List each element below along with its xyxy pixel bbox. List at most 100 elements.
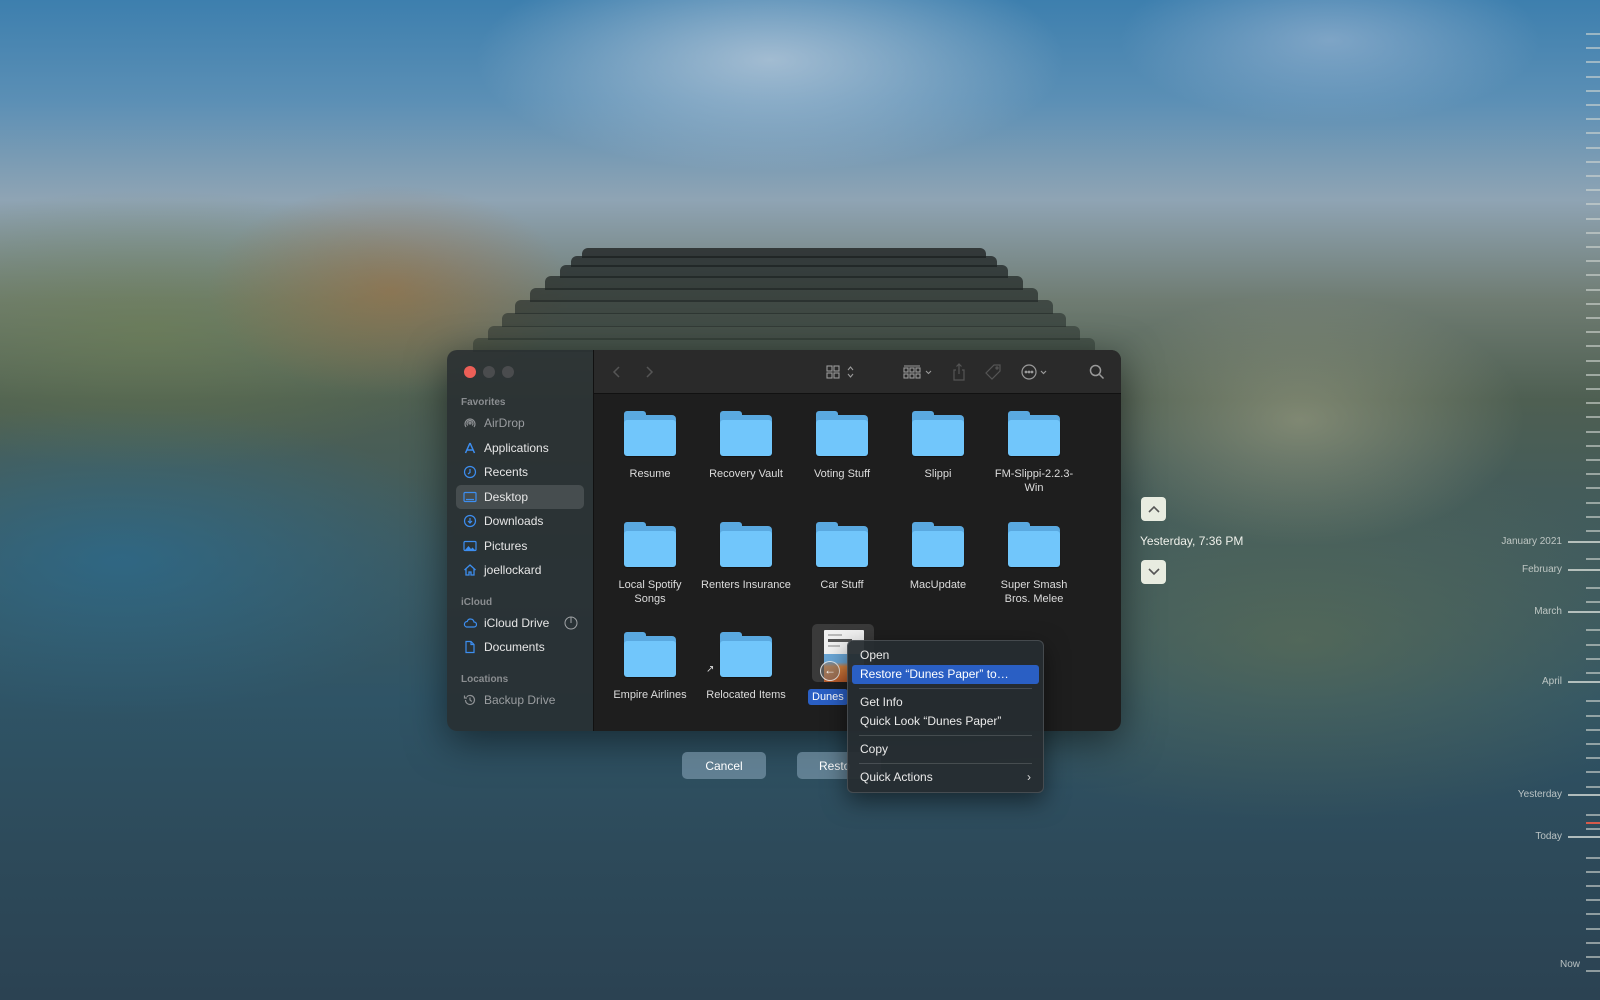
sidebar-item-desktop[interactable]: Desktop — [456, 485, 584, 509]
timeline-tick[interactable] — [1586, 459, 1600, 461]
timeline-tick[interactable] — [1586, 374, 1600, 376]
timeline-tick[interactable] — [1586, 132, 1600, 134]
menu-item-restore-to[interactable]: Restore “Dunes Paper” to… — [852, 665, 1039, 684]
timeline-tick[interactable] — [1586, 345, 1600, 347]
timeline-tick[interactable] — [1586, 175, 1600, 177]
timeline-tick[interactable] — [1586, 587, 1600, 589]
maximize-button[interactable] — [502, 366, 514, 378]
timeline-tick-major[interactable] — [1568, 569, 1600, 571]
folder-item[interactable]: Empire Airlines — [602, 632, 698, 702]
timeline-tick[interactable] — [1586, 360, 1600, 362]
timeline-tick[interactable] — [1586, 118, 1600, 120]
timeline-label[interactable]: Yesterday — [1518, 789, 1562, 800]
tag-icon[interactable] — [985, 362, 1003, 382]
backup-timeline[interactable]: January 2021 February March April Yester… — [1440, 0, 1600, 1000]
timeline-tick[interactable] — [1586, 232, 1600, 234]
timeline-tick[interactable] — [1586, 970, 1600, 972]
sidebar-item-icloud-drive[interactable]: iCloud Drive — [456, 611, 584, 635]
snapshot-window-stack[interactable] — [515, 300, 1053, 314]
sidebar-item-documents[interactable]: Documents — [456, 635, 584, 659]
timeline-tick[interactable] — [1586, 218, 1600, 220]
share-icon[interactable] — [952, 362, 966, 382]
timeline-tick[interactable] — [1586, 416, 1600, 418]
chevron-right-icon[interactable] — [644, 362, 654, 382]
timeline-tick[interactable] — [1586, 913, 1600, 915]
timeline-tick[interactable] — [1586, 303, 1600, 305]
timeline-tick[interactable] — [1586, 189, 1600, 191]
sidebar-item-pictures[interactable]: Pictures — [456, 534, 584, 558]
search-icon[interactable] — [1089, 362, 1105, 382]
folder-item[interactable]: FM-Slippi-2.2.3-Win — [986, 411, 1082, 495]
timeline-label[interactable]: March — [1534, 606, 1562, 617]
timeline-label[interactable]: Today — [1535, 831, 1562, 842]
timeline-tick[interactable] — [1586, 317, 1600, 319]
timeline-tick[interactable] — [1586, 786, 1600, 788]
timeline-tick[interactable] — [1586, 771, 1600, 773]
menu-item-quick-look[interactable]: Quick Look “Dunes Paper” — [852, 712, 1039, 731]
timeline-tick[interactable] — [1586, 473, 1600, 475]
timeline-tick-major[interactable] — [1568, 541, 1600, 543]
timeline-tick[interactable] — [1586, 558, 1600, 560]
timeline-tick[interactable] — [1586, 388, 1600, 390]
timeline-tick-major[interactable] — [1568, 836, 1600, 838]
sidebar-item-airdrop[interactable]: AirDrop — [456, 411, 584, 435]
timeline-tick[interactable] — [1586, 857, 1600, 859]
timeline-tick[interactable] — [1586, 147, 1600, 149]
timeline-tick[interactable] — [1586, 928, 1600, 930]
menu-item-copy[interactable]: Copy — [852, 740, 1039, 759]
timeline-tick[interactable] — [1586, 601, 1600, 603]
timeline-tick[interactable] — [1586, 956, 1600, 958]
timeline-tick[interactable] — [1586, 402, 1600, 404]
timeline-tick[interactable] — [1586, 289, 1600, 291]
folder-item[interactable]: Car Stuff — [794, 522, 890, 592]
timeline-tick[interactable] — [1586, 828, 1600, 830]
timeline-label[interactable]: April — [1542, 676, 1562, 687]
timeline-tick[interactable] — [1586, 942, 1600, 944]
timeline-tick[interactable] — [1586, 104, 1600, 106]
folder-item[interactable]: MacUpdate — [890, 522, 986, 592]
previous-snapshot-button[interactable] — [1141, 497, 1166, 521]
timeline-tick[interactable] — [1586, 33, 1600, 35]
timeline-tick-major[interactable] — [1568, 794, 1600, 796]
sidebar-item-backup-drive[interactable]: Backup Drive — [456, 688, 584, 712]
timeline-tick[interactable] — [1586, 61, 1600, 63]
menu-item-quick-actions[interactable]: Quick Actions › — [852, 768, 1039, 787]
timeline-label[interactable]: Now — [1560, 959, 1580, 970]
folder-item[interactable]: Local Spotify Songs — [602, 522, 698, 606]
folder-item[interactable]: Resume — [602, 411, 698, 481]
icon-view-icon[interactable] — [826, 362, 856, 382]
sidebar-item-home[interactable]: joellockard — [456, 558, 584, 582]
timeline-tick[interactable] — [1586, 516, 1600, 518]
timeline-tick[interactable] — [1586, 672, 1600, 674]
folder-item[interactable]: Slippi — [890, 411, 986, 481]
next-snapshot-button[interactable] — [1141, 560, 1166, 584]
ellipsis-circle-icon[interactable] — [1021, 362, 1051, 382]
folder-item[interactable]: Super Smash Bros. Melee — [986, 522, 1082, 606]
timeline-tick[interactable] — [1586, 502, 1600, 504]
timeline-tick[interactable] — [1586, 644, 1600, 646]
timeline-tick[interactable] — [1586, 871, 1600, 873]
timeline-tick[interactable] — [1586, 90, 1600, 92]
timeline-tick[interactable] — [1586, 715, 1600, 717]
timeline-tick[interactable] — [1586, 260, 1600, 262]
timeline-tick[interactable] — [1586, 743, 1600, 745]
timeline-tick[interactable] — [1586, 76, 1600, 78]
sidebar-item-applications[interactable]: Applications — [456, 436, 584, 460]
timeline-tick[interactable] — [1586, 47, 1600, 49]
group-by-icon[interactable] — [903, 362, 937, 382]
timeline-tick[interactable] — [1586, 899, 1600, 901]
timeline-tick[interactable] — [1586, 729, 1600, 731]
timeline-tick[interactable] — [1586, 161, 1600, 163]
timeline-tick[interactable] — [1586, 700, 1600, 702]
timeline-tick[interactable] — [1586, 487, 1600, 489]
file-name-selected[interactable]: Dunes — [808, 689, 848, 705]
timeline-tick[interactable] — [1586, 431, 1600, 433]
timeline-tick[interactable] — [1586, 814, 1600, 816]
menu-item-get-info[interactable]: Get Info — [852, 693, 1039, 712]
sidebar-item-recents[interactable]: Recents — [456, 460, 584, 484]
timeline-tick[interactable] — [1586, 757, 1600, 759]
timeline-tick[interactable] — [1586, 445, 1600, 447]
timeline-tick[interactable] — [1586, 885, 1600, 887]
timeline-tick-major[interactable] — [1568, 611, 1600, 613]
timeline-tick[interactable] — [1586, 530, 1600, 532]
